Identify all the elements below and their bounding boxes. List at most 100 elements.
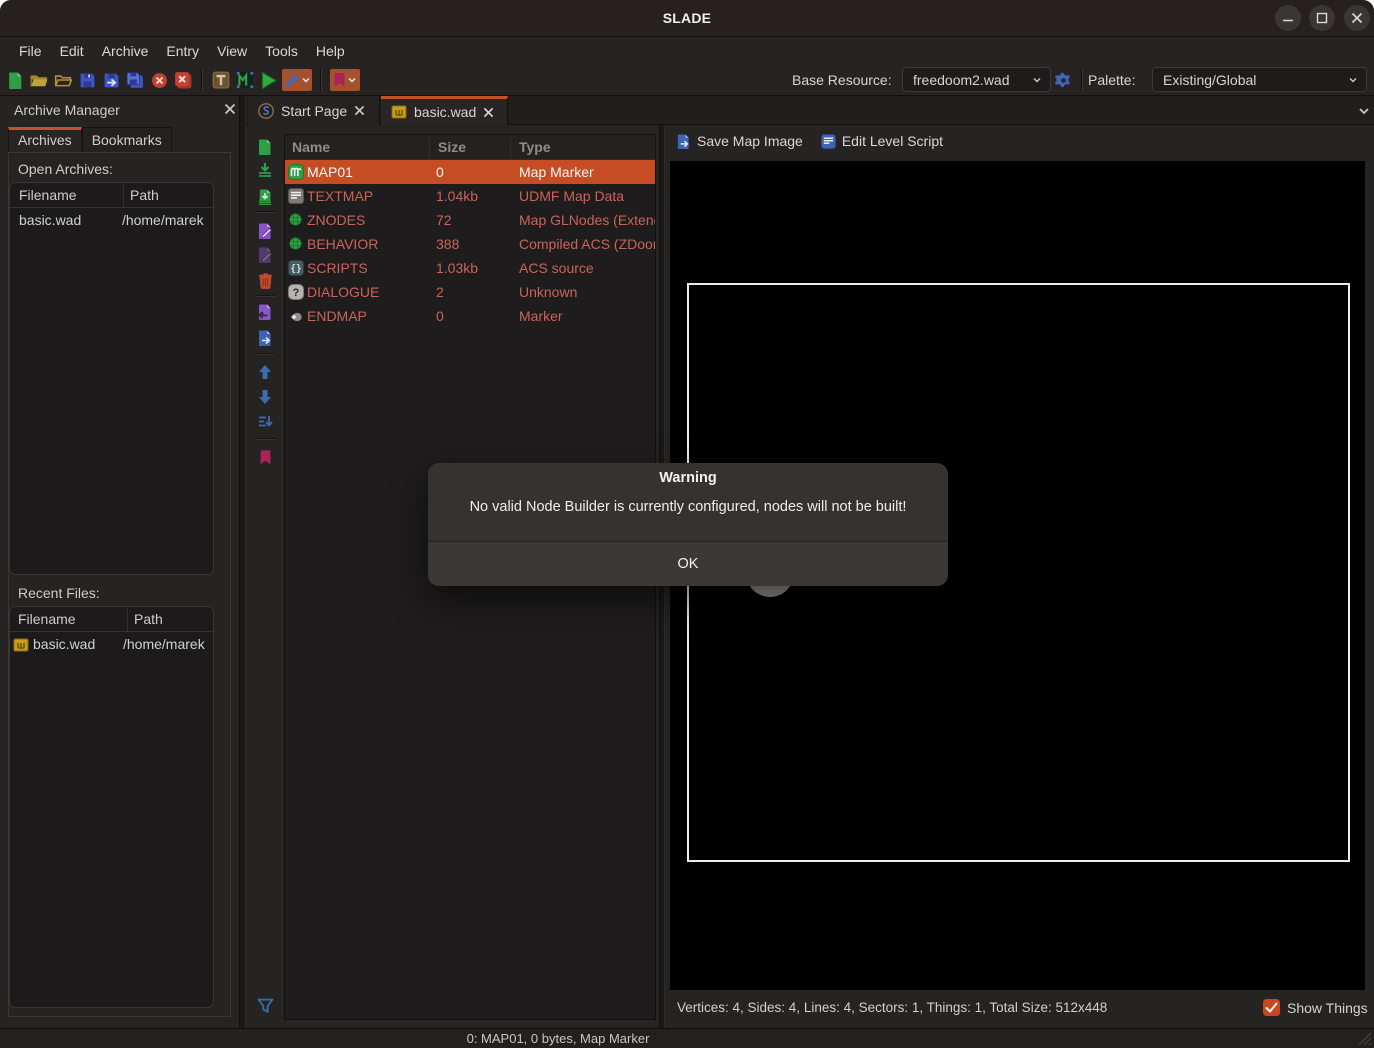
entry-row-textmap[interactable]: TEXTMAP 1.04kb UDMF Map Data [285,184,655,208]
menu-file[interactable]: File [10,38,51,64]
column-header-size[interactable]: Size [438,135,466,160]
archive-manager-tabs: Archives Bookmarks [8,127,172,152]
recent-files-list[interactable]: Filename Path basic.wad /home/marek [9,606,214,1008]
column-header-path[interactable]: Path [123,183,159,207]
code-icon: {} [288,260,304,276]
column-header-path[interactable]: Path [127,607,163,631]
entry-move-in-icon[interactable] [256,303,274,321]
tab-bookmarks[interactable]: Bookmarks [82,127,172,152]
open-archive-filename: basic.wad [10,208,122,233]
column-divider[interactable] [123,183,124,208]
texture-editor-icon[interactable] [211,70,231,90]
entry-move-up-icon[interactable] [256,363,274,381]
tab-overflow-chevron-icon[interactable] [1358,105,1370,117]
entry-rename-icon[interactable] [256,222,274,240]
entry-size: 1.04kb [436,184,508,208]
entry-delete-icon[interactable] [256,272,274,290]
entry-toolbar [246,125,284,1028]
entry-import-files-icon[interactable] [256,188,274,206]
filter-icon[interactable] [256,997,274,1015]
archive-manager-close-button[interactable] [222,101,238,117]
palette-select[interactable]: Existing/Global [1152,67,1367,92]
tab-start-page[interactable]: Start Page [248,96,380,125]
close-archive-icon[interactable] [149,70,169,90]
menu-tools[interactable]: Tools [256,38,307,64]
dialog-footer: OK [428,541,948,586]
entry-sort-icon[interactable] [256,413,274,431]
open-archive-row[interactable]: basic.wad /home/marek [10,208,213,233]
tab-basic-wad[interactable]: basic.wad [381,96,508,125]
ok-button[interactable]: OK [428,542,948,586]
new-entry-icon[interactable] [256,138,274,156]
recent-file-row[interactable]: basic.wad /home/marek [10,632,213,657]
menu-view[interactable]: View [208,38,256,64]
base-resource-settings-button[interactable] [1054,71,1072,89]
warning-dialog: Warning No valid Node Builder is current… [428,463,948,586]
status-bar: 0: MAP01, 0 bytes, Map Marker [0,1028,1374,1048]
minimize-button[interactable] [1275,5,1301,31]
show-things-checkbox[interactable] [1263,999,1280,1016]
column-header-filename[interactable]: Filename [10,183,123,207]
column-divider[interactable] [429,137,430,158]
entry-row-map01[interactable]: MAP01 0 Map Marker [285,160,655,184]
tab-close-icon[interactable] [354,105,365,116]
entry-row-scripts[interactable]: {} SCRIPTS 1.03kb ACS source [285,256,655,280]
panel-splitter[interactable] [239,96,246,1028]
new-archive-icon[interactable] [5,70,25,90]
entry-size: 388 [436,232,508,256]
bookmark-dropdown-button[interactable] [330,69,360,91]
chevron-down-icon [1032,75,1042,85]
open-archives-list[interactable]: Filename Path basic.wad /home/marek [9,182,214,575]
resize-grip[interactable] [1357,1031,1372,1046]
entry-export-icon[interactable] [256,329,274,347]
column-header-name[interactable]: Name [292,135,330,160]
entry-size: 72 [436,208,508,232]
entry-toolbar-separator [255,211,275,213]
entry-rename-each-icon[interactable] [256,246,274,264]
entry-name: SCRIPTS [307,256,427,280]
save-all-icon[interactable] [125,70,145,90]
open-directory-icon[interactable] [53,70,73,90]
marker-icon [288,311,304,323]
open-archive-icon[interactable] [29,70,49,90]
tab-close-icon[interactable] [483,107,494,118]
check-icon [1264,1001,1279,1014]
menu-entry[interactable]: Entry [157,38,208,64]
save-image-icon [676,134,691,149]
maximize-button[interactable] [1309,5,1335,31]
slade-logo-icon [258,103,274,119]
entry-type: ACS source [519,256,655,280]
column-header-filename[interactable]: Filename [10,607,127,631]
save-icon[interactable] [77,70,97,90]
column-divider[interactable] [127,607,128,632]
edit-level-script-button[interactable]: Edit Level Script [821,133,943,149]
close-button[interactable] [1344,5,1370,31]
menu-help[interactable]: Help [307,38,354,64]
entry-type: UDMF Map Data [519,184,655,208]
map-editor-icon[interactable] [235,70,255,90]
menu-edit[interactable]: Edit [51,38,93,64]
close-all-icon[interactable] [173,70,193,90]
entry-row-dialogue[interactable]: ? DIALOGUE 2 Unknown [285,280,655,304]
save-as-icon[interactable] [101,70,121,90]
tab-archives[interactable]: Archives [8,127,82,152]
save-map-image-button[interactable]: Save Map Image [676,133,803,149]
open-archive-path: /home/marek [122,208,213,233]
entry-move-down-icon[interactable] [256,388,274,406]
entry-bookmark-icon[interactable] [256,449,274,467]
entry-list-header: Name Size Type [285,135,655,160]
entry-row-endmap[interactable]: ENDMAP 0 Marker [285,304,655,328]
svg-text:{}: {} [290,264,301,275]
open-archives-header: Filename Path [10,183,213,208]
entry-name: BEHAVIOR [307,232,427,256]
entry-row-znodes[interactable]: ZNODES 72 Map GLNodes (Extended) [285,208,655,232]
column-divider[interactable] [510,137,511,158]
run-icon[interactable] [258,70,278,90]
base-resource-select[interactable]: freedoom2.wad [902,67,1051,92]
entry-import-icon[interactable] [256,161,274,179]
wrench-dropdown-button[interactable] [282,69,312,91]
recent-files-label: Recent Files: [18,583,100,603]
entry-row-behavior[interactable]: BEHAVIOR 388 Compiled ACS (ZDoom) [285,232,655,256]
menu-archive[interactable]: Archive [93,38,158,64]
column-header-type[interactable]: Type [519,135,551,160]
